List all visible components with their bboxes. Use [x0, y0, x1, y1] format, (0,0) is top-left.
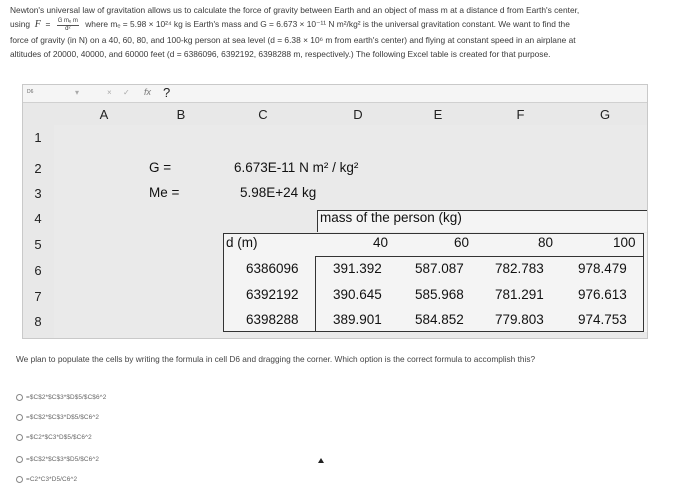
cell-f7[interactable]: 781.291	[495, 287, 544, 302]
formula-denominator: d²	[65, 25, 71, 32]
intro-line-2-suffix: where mₑ = 5.98 × 10²⁴ kg is Earth's mas…	[85, 19, 570, 30]
row-header-4[interactable]: 4	[23, 211, 53, 226]
cell-f6[interactable]: 782.783	[495, 261, 544, 276]
gravity-formula: G mₑ m d²	[56, 17, 79, 33]
radio-button-icon[interactable]	[16, 434, 23, 441]
cell-f8[interactable]: 779.803	[495, 312, 544, 327]
option-4[interactable]: =$C$2*$C$3*$D5/$C6^2	[16, 456, 99, 463]
mass-header-left-border	[317, 210, 318, 232]
radio-button-icon[interactable]	[16, 456, 23, 463]
cell-d7[interactable]: 390.645	[333, 287, 382, 302]
intro-line-2: using F = G mₑ m d² where mₑ = 5.98 × 10…	[10, 17, 694, 32]
earth-mass-unit: kg	[301, 185, 317, 200]
cell-d5[interactable]: 40	[373, 235, 388, 250]
option-2-label: =$C$2*$C$3*D$5/$C6^2	[26, 414, 100, 422]
values-top-border	[315, 256, 643, 257]
cell-c5[interactable]: d (m)	[226, 235, 258, 250]
problem-statement: Newton's universal law of gravitation al…	[10, 3, 694, 61]
gravitational-constant: 6.673E-11	[234, 160, 296, 175]
dropdown-icon[interactable]: ▾	[75, 88, 79, 97]
distance-column-border	[315, 256, 316, 332]
option-5[interactable]: =C2*C3*D5/C6^2	[16, 476, 77, 483]
radio-button-icon[interactable]	[16, 476, 23, 483]
formula-content[interactable]: ?	[163, 85, 170, 100]
cell-c7[interactable]: 6392192	[246, 287, 299, 302]
column-header-a[interactable]: A	[54, 104, 154, 126]
spreadsheet: D6 ▾ × ✓ fx ? A B C D E F G 1 2 3 4 5 6 …	[22, 84, 648, 339]
row-header-2[interactable]: 2	[23, 161, 53, 176]
cell-d6[interactable]: 391.392	[333, 261, 382, 276]
column-header-b[interactable]: B	[154, 104, 208, 126]
cancel-icon[interactable]: ×	[107, 88, 112, 97]
cell-g7[interactable]: 976.613	[578, 287, 627, 302]
cell-e8[interactable]: 584.852	[415, 312, 464, 327]
confirm-icon[interactable]: ✓	[123, 88, 130, 97]
formula-lhs: F	[34, 19, 41, 31]
option-3-label: =$C2*$C3*D$5/$C6^2	[26, 434, 92, 442]
gravitational-constant-unit: N m² / kg²	[299, 160, 359, 175]
radio-button-icon[interactable]	[16, 414, 23, 421]
table-right-border	[643, 233, 644, 332]
table-bottom-border	[223, 331, 643, 332]
earth-mass-value: 5.98E+24	[240, 185, 299, 200]
cell-c6[interactable]: 6386096	[246, 261, 299, 276]
cell-f5[interactable]: 80	[538, 235, 553, 250]
row-header-7[interactable]: 7	[23, 289, 53, 304]
formula-numerator: G mₑ m	[56, 17, 79, 26]
intro-line-1: Newton's universal law of gravitation al…	[10, 5, 580, 15]
column-header-e[interactable]: E	[398, 104, 478, 126]
question-text: We plan to populate the cells by writing…	[16, 354, 536, 364]
row-header-3[interactable]: 3	[23, 186, 53, 201]
option-3[interactable]: =$C2*$C3*D$5/$C6^2	[16, 434, 92, 441]
option-2[interactable]: =$C$2*$C$3*D$5/$C6^2	[16, 414, 99, 421]
option-1[interactable]: =$C$2*$C$3*$D$5/$C$6^2	[16, 394, 106, 401]
row-header-8[interactable]: 8	[23, 314, 53, 329]
cell-e6[interactable]: 587.087	[415, 261, 464, 276]
intro-line-4: altitudes of 20000, 40000, and 60000 fee…	[10, 48, 551, 59]
cell-c2[interactable]: 6.673E-11 N m² / kg²	[234, 160, 358, 175]
intro-line-3: force of gravity (in N) on a 40, 60, 80,…	[10, 34, 576, 45]
cell-e7[interactable]: 585.968	[415, 287, 464, 302]
row-header-5[interactable]: 5	[23, 237, 53, 252]
mouse-cursor-icon	[318, 458, 324, 463]
row-header-6[interactable]: 6	[23, 263, 53, 278]
column-header-f[interactable]: F	[478, 104, 563, 126]
function-icon[interactable]: fx	[144, 87, 151, 97]
radio-button-icon[interactable]	[16, 394, 23, 401]
cell-g6[interactable]: 978.479	[578, 261, 627, 276]
cell-b3[interactable]: Me =	[149, 185, 179, 200]
table-top-border	[223, 233, 643, 234]
column-header-g[interactable]: G	[563, 104, 647, 126]
option-1-label: =$C$2*$C$3*$D$5/$C$6^2	[26, 394, 107, 402]
option-5-label: =C2*C3*D5/C6^2	[26, 476, 78, 484]
cell-g5[interactable]: 100	[613, 235, 636, 250]
column-header-c[interactable]: C	[208, 104, 318, 126]
cell-d4[interactable]: mass of the person (kg)	[320, 210, 462, 225]
cell-b2[interactable]: G =	[149, 160, 171, 175]
formula-equals: =	[45, 19, 51, 30]
column-header-d[interactable]: D	[318, 104, 398, 126]
cell-d8[interactable]: 389.901	[333, 312, 382, 327]
cell-c3[interactable]: 5.98E+24 kg	[240, 185, 316, 200]
cell-g8[interactable]: 974.753	[578, 312, 627, 327]
table-left-border	[223, 233, 224, 332]
intro-line-2-prefix: using	[10, 19, 31, 30]
row-header-1[interactable]: 1	[23, 130, 53, 145]
cell-e5[interactable]: 60	[454, 235, 469, 250]
option-4-label: =$C$2*$C$3*$D5/$C6^2	[26, 456, 100, 464]
cell-reference-box[interactable]: D6	[27, 89, 33, 95]
cell-c8[interactable]: 6398288	[246, 312, 299, 327]
formula-bar: D6 ▾ × ✓ fx ?	[23, 85, 647, 103]
